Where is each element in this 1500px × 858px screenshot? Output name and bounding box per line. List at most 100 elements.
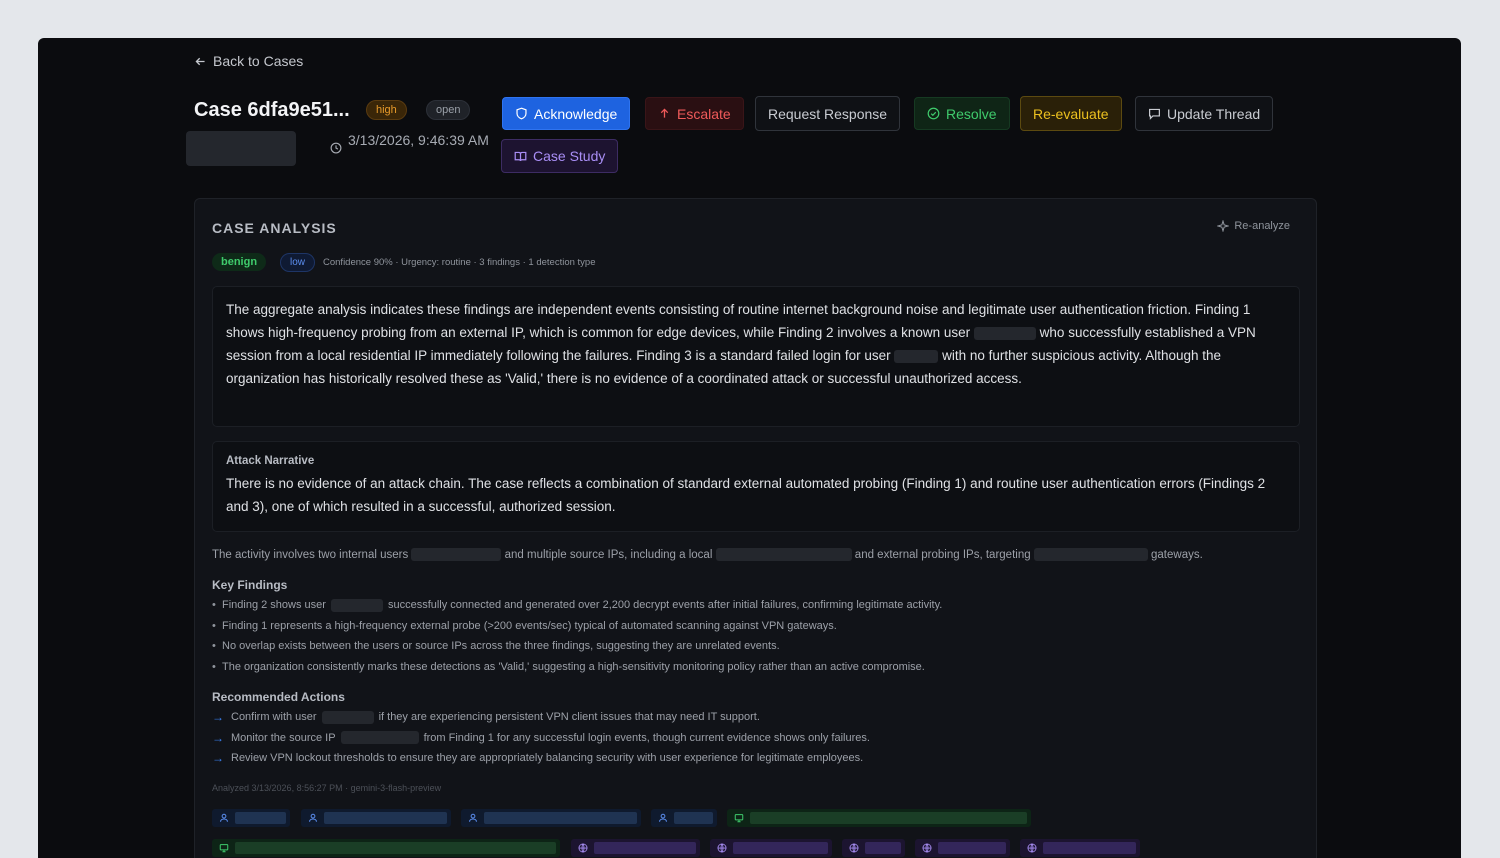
- back-to-cases-link[interactable]: Back to Cases: [194, 53, 303, 69]
- reevaluate-button[interactable]: Re-evaluate: [1020, 96, 1122, 131]
- escalate-button[interactable]: Escalate: [645, 97, 744, 130]
- entity-chip-ip[interactable]: [710, 839, 832, 857]
- redacted-value: [235, 842, 556, 854]
- entity-chip-host[interactable]: [727, 809, 1031, 827]
- verdict-badge: benign: [212, 253, 267, 271]
- monitor-icon: [734, 814, 744, 823]
- sparkle-icon: [1217, 220, 1230, 232]
- finding-text: The organization consistently marks thes…: [222, 660, 925, 673]
- list-item: → Monitor the source IP from Finding 1 for…: [212, 730, 870, 745]
- resolve-button[interactable]: Resolve: [914, 97, 1010, 130]
- back-label: Back to Cases: [213, 53, 304, 69]
- check-circle-icon: [927, 107, 940, 120]
- globe-icon: [717, 843, 727, 853]
- entity-chip-user[interactable]: [212, 809, 290, 827]
- attack-narrative-text: There is no evidence of an attack chain.…: [226, 476, 1266, 514]
- redacted-field: [186, 131, 296, 166]
- finding-text: Finding 1 represents a high-frequency ex…: [222, 619, 837, 632]
- resolve-label: Resolve: [946, 105, 997, 122]
- action-text: Review VPN lockout thresholds to ensure …: [231, 752, 864, 765]
- reevaluate-label: Re-evaluate: [1033, 105, 1109, 122]
- risk-badge: low: [280, 253, 316, 272]
- user-icon: [309, 813, 317, 822]
- action-text: from Finding 1 for any successful login …: [423, 731, 870, 744]
- user-icon: [469, 813, 477, 822]
- action-text: Monitor the source IP: [231, 731, 336, 744]
- redacted-value: [594, 842, 696, 854]
- severity-badge: high: [366, 100, 407, 120]
- request-response-button[interactable]: Request Response: [755, 96, 901, 131]
- key-findings-list: • Finding 2 shows user successfully connec…: [212, 595, 942, 677]
- finding-text: Finding 2 shows user: [222, 599, 326, 612]
- redacted-value: [1043, 842, 1136, 854]
- list-item: • No overlap exists between the users or …: [212, 640, 780, 653]
- update-thread-label: Update Thread: [1167, 105, 1261, 122]
- request-response-label: Request Response: [768, 105, 888, 122]
- redacted-user: [321, 710, 374, 724]
- acknowledge-button[interactable]: Acknowledge: [502, 97, 631, 130]
- user-icon: [659, 813, 667, 822]
- globe-icon: [922, 843, 932, 853]
- globe-icon: [1027, 843, 1037, 853]
- update-thread-button[interactable]: Update Thread: [1135, 96, 1274, 131]
- entity-chip-ip[interactable]: [915, 839, 1010, 857]
- reanalyze-button[interactable]: Re-analyze: [1217, 220, 1290, 232]
- globe-icon: [578, 843, 588, 853]
- finding-text: No overlap exists between the users or s…: [222, 640, 780, 653]
- summary-box: The aggregate analysis indicates these f…: [212, 286, 1300, 427]
- redacted-user: [894, 349, 939, 363]
- action-text: Confirm with user: [231, 711, 317, 724]
- case-title: Case 6dfa9e51...: [194, 99, 350, 121]
- list-item: • Finding 1 represents a high-frequency e…: [212, 619, 837, 632]
- clock-icon: [330, 142, 342, 154]
- case-analysis-title: CASE ANALYSIS: [212, 220, 337, 236]
- redacted-user: [973, 326, 1036, 340]
- analysis-meta: Confidence 90% · Urgency: routine · 3 fi…: [323, 257, 596, 268]
- scope-text-b: and multiple source IPs, including a loc…: [504, 549, 713, 561]
- case-detail-window: Back to Cases Case 6dfa9e51... high open…: [38, 38, 1461, 858]
- user-icon: [220, 813, 228, 822]
- entity-chip-user[interactable]: [651, 809, 717, 827]
- scope-text: The activity involves two internal users…: [212, 545, 1203, 565]
- case-study-button[interactable]: Case Study: [501, 139, 619, 173]
- redacted-user: [330, 598, 383, 612]
- redacted-gateway: [1033, 548, 1148, 562]
- status-badge: open: [426, 100, 471, 120]
- redacted-value: [674, 812, 713, 824]
- list-item: → Review VPN lockout thresholds to ensure…: [212, 751, 864, 766]
- redacted-value: [235, 812, 286, 824]
- shield-icon: [516, 107, 527, 120]
- scope-text-a: The activity involves two internal users: [212, 549, 409, 561]
- redacted-value: [865, 842, 901, 854]
- book-open-icon: [514, 151, 527, 161]
- entity-chip-ip[interactable]: [1020, 839, 1140, 857]
- entity-chip-user[interactable]: [301, 809, 451, 827]
- redacted-value: [484, 812, 637, 824]
- globe-icon: [849, 843, 859, 853]
- list-item: • Finding 2 shows user successfully connec…: [212, 598, 943, 612]
- analyzed-footer: Analyzed 3/13/2026, 8:56:27 PM · gemini-…: [212, 783, 442, 793]
- message-square-icon: [1149, 108, 1160, 120]
- arrow-left-icon: [195, 57, 205, 65]
- attack-narrative-title: Attack Narrative: [226, 455, 315, 467]
- redacted-ip: [340, 731, 419, 745]
- redacted-users: [411, 548, 502, 562]
- list-item: → Confirm with user if they are experienci…: [212, 710, 760, 725]
- list-item: • The organization consistently marks the…: [212, 660, 925, 673]
- arrow-up-icon: [660, 108, 669, 118]
- entity-chip-user[interactable]: [461, 809, 641, 827]
- entity-chip-ip[interactable]: [571, 839, 700, 857]
- attack-narrative-box: Attack Narrative There is no evidence of…: [212, 441, 1300, 532]
- monitor-icon: [219, 844, 229, 853]
- redacted-value: [750, 812, 1027, 824]
- redacted-value: [938, 842, 1006, 854]
- entity-chip-ip[interactable]: [842, 839, 905, 857]
- escalate-label: Escalate: [677, 105, 731, 122]
- redacted-value: [324, 812, 447, 824]
- acknowledge-label: Acknowledge: [534, 105, 618, 122]
- scope-text-c: and external probing IPs, targeting: [854, 549, 1031, 561]
- recommended-actions-list: → Confirm with user if they are experienci…: [212, 707, 870, 769]
- recommended-actions-title: Recommended Actions: [212, 690, 345, 704]
- entity-chip-host[interactable]: [212, 839, 560, 857]
- redacted-ip: [715, 548, 852, 562]
